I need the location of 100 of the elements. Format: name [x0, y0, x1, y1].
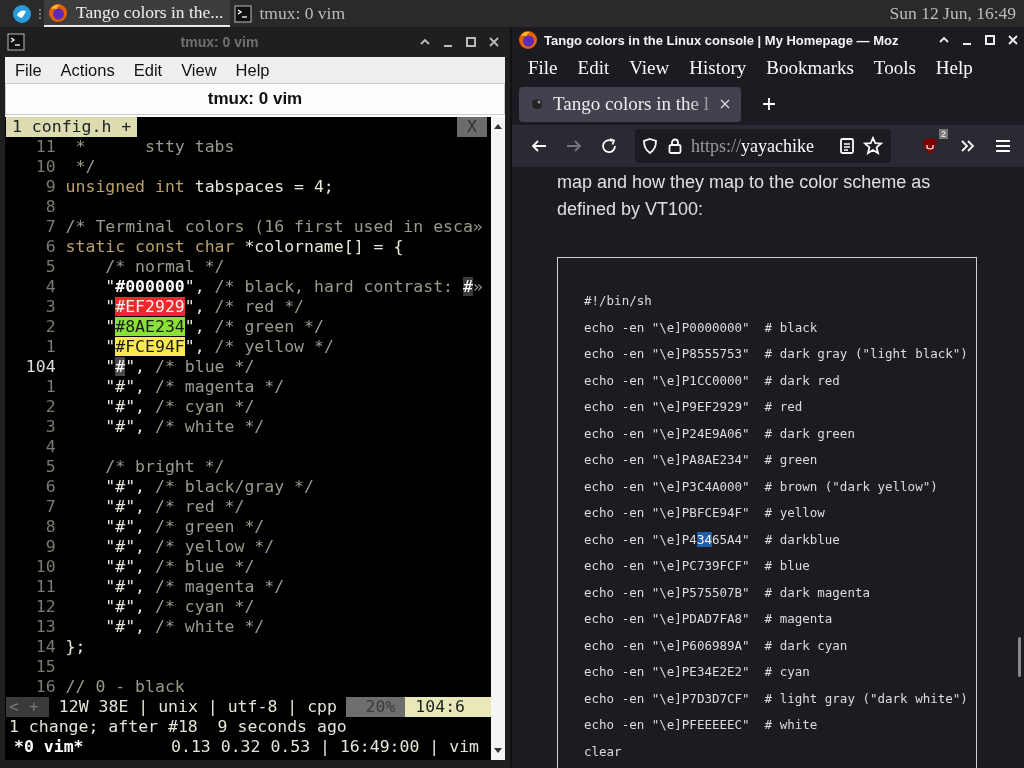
code-line: "#EF2929", /* red */ — [104, 297, 304, 317]
message-line: 1 change; after #18 9 seconds ago — [8, 717, 348, 737]
paragraph: map and how they map to the color scheme as defined by VT100: — [557, 171, 932, 221]
menu-item[interactable]: History — [689, 57, 747, 79]
tmux-window-tab[interactable]: *0 vim* — [14, 737, 84, 757]
code-line: echo -en "\e]PA8AE234" # green — [584, 451, 819, 469]
code-line: echo -en "\e]PDAD7FA8" # magenta — [584, 610, 834, 628]
url-text[interactable]: https://yayachike — [691, 135, 831, 157]
code-line: /* Terminal colors (16 first used in esca» — [65, 217, 483, 237]
line-number: 13 — [34, 617, 56, 637]
status-info: 12W 38E | unix | utf-8 | cpp — [57, 697, 337, 717]
lock-icon — [667, 137, 683, 155]
code-line: "#", /* black/gray */ — [104, 477, 314, 497]
code-line: echo -en "\e]PFEEEEEC" # white — [584, 716, 819, 734]
count-badge: 2 — [939, 129, 948, 139]
code-line: "#", /* white */ — [104, 617, 265, 637]
line-number: 7 — [44, 217, 56, 237]
reader-view-icon[interactable] — [839, 137, 855, 155]
tmux-status: 0.13 0.32 0.53 | 16:49:00 | vim — [171, 737, 479, 757]
grip-icon — [38, 6, 42, 21]
code-line: echo -en "\e]P575507B" # dark magenta — [584, 583, 871, 602]
code-line: "#8AE234", /* green */ — [104, 317, 324, 337]
taskbar-button[interactable]: Tango colors in the... — [44, 0, 230, 27]
code-line: unsigned int tabspaces = 4; — [65, 177, 334, 197]
line-number: 9 — [44, 177, 56, 197]
line-number: 8 — [44, 517, 56, 537]
line-number: 5 — [44, 457, 56, 477]
reload-icon[interactable] — [600, 137, 618, 155]
code-line: echo -en "\e]P24E9A06" # dark green — [584, 424, 856, 443]
menu-item[interactable]: View — [181, 60, 217, 80]
menu-item[interactable]: File — [528, 57, 558, 79]
menu-item[interactable]: Edit — [577, 57, 610, 79]
menu-item[interactable]: Tools — [873, 57, 916, 79]
line-number: 16 — [34, 677, 56, 697]
line-number: 14 — [34, 637, 56, 657]
close-icon[interactable] — [719, 98, 731, 110]
menu-item[interactable]: Bookmarks — [766, 57, 854, 79]
code-line: "#", /* yellow */ — [104, 537, 275, 557]
line-number: 8 — [44, 197, 56, 217]
browser-tab[interactable]: Tango colors in the l — [519, 86, 741, 122]
code-line: echo -en "\e]PE34E2E2" # cyan — [584, 663, 811, 681]
menu-item[interactable]: File — [15, 60, 42, 80]
menu-item[interactable]: View — [629, 57, 670, 79]
code-line: echo -en "\e]PBFCE94F" # yellow — [584, 504, 826, 522]
code-line: "#", /* blue */ — [104, 357, 255, 377]
code-line: "#", /* white */ — [104, 417, 265, 437]
line-number: 6 — [44, 237, 56, 257]
browser-icon — [48, 2, 68, 23]
favicon-icon — [531, 98, 543, 110]
close-icon[interactable] — [1006, 33, 1020, 47]
line-number: 9 — [44, 537, 56, 557]
code-line: "#", /* cyan */ — [104, 597, 255, 617]
browser-icon — [518, 30, 538, 50]
line-number: 2 — [44, 317, 56, 337]
code-line: echo -en "\e]P9EF2929" # red — [584, 398, 804, 416]
scrollbar-thumb[interactable] — [1017, 637, 1021, 677]
line-number: 3 — [44, 297, 56, 317]
menu-icon[interactable] — [994, 137, 1012, 155]
terminal-icon — [233, 4, 252, 23]
scrollbar[interactable] — [491, 117, 505, 760]
code-line: echo -en "\e]P606989A" # dark cyan — [584, 636, 849, 655]
code-line: /* normal */ — [104, 257, 225, 277]
code-line: echo -en "\e]P8555753" # dark gray ("light black") — [584, 345, 969, 363]
plus-icon[interactable] — [761, 96, 777, 112]
code-line: echo -en "\e]P3C4A000" # brown ("dark yellow") — [584, 477, 939, 496]
line-number: 15 — [34, 657, 56, 677]
maximize-icon[interactable] — [983, 33, 997, 47]
code-line: "#", /* green */ — [104, 517, 265, 537]
line-number: 12 — [34, 597, 56, 617]
code-line: "#", /* cyan */ — [104, 397, 255, 417]
tab-header[interactable]: tmux: 0 vim — [5, 83, 505, 115]
line-number: 104 — [24, 357, 56, 377]
maximize-icon[interactable] — [464, 35, 478, 49]
shield-icon[interactable] — [920, 136, 940, 156]
code-line: }; — [65, 637, 86, 657]
code-line: "#", /* magenta */ — [104, 377, 285, 397]
line-number: 11 — [34, 577, 56, 597]
menu-item[interactable]: Edit — [133, 60, 163, 80]
code-line: echo -en "\e]P0000000" # black — [584, 318, 819, 337]
line-number: 3 — [44, 417, 56, 437]
editor-tab[interactable]: 1 config.h + — [6, 117, 138, 137]
line-number: 2 — [44, 397, 56, 417]
code-line: // 0 - black — [65, 677, 185, 697]
line-number: 10 — [34, 157, 56, 177]
close-icon[interactable] — [487, 35, 501, 49]
code-line: #!/bin/sh — [584, 292, 653, 310]
menu-item[interactable]: Help — [235, 60, 270, 80]
menu-item[interactable]: Actions — [60, 60, 115, 80]
clock: Sun 12 Jun, 16:49 — [889, 3, 1016, 24]
star-icon[interactable] — [863, 136, 883, 156]
code-line: * stty tabs — [74, 137, 235, 157]
code-line: clear — [584, 742, 623, 761]
menu-item[interactable]: Help — [935, 57, 973, 79]
code-line: echo -en "\e]P7D3D7CF" # light gray ("dark white") — [584, 689, 969, 708]
address-bar[interactable]: https://yayachike — [635, 129, 891, 163]
line-number: 7 — [44, 497, 56, 517]
code-line: "#", /* magenta */ — [104, 577, 285, 597]
taskbar-button[interactable]: tmux: 0 vim — [229, 0, 352, 27]
line-number: 1 — [44, 337, 56, 357]
status-position: 104:6 — [405, 697, 491, 717]
